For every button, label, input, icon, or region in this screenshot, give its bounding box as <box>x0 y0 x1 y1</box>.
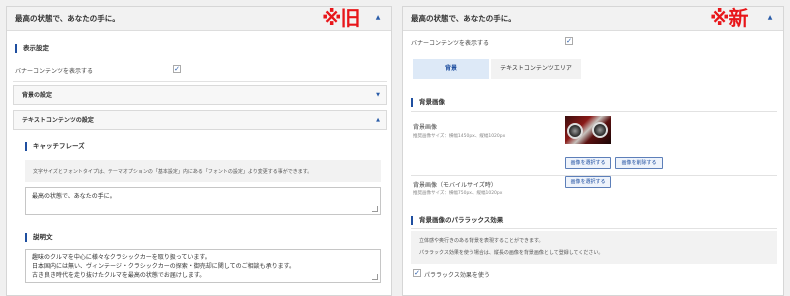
resize-grip-icon[interactable] <box>372 274 378 280</box>
tab-text-content-area[interactable]: テキストコンテンツエリア <box>491 59 581 79</box>
old-marker: ※旧 <box>322 6 360 30</box>
parallax-note-line: 立体感や奥行きのある背景を表現することができます。 <box>419 238 544 244</box>
car-wheel-icon <box>592 122 608 138</box>
description-heading: 説明文 <box>25 233 53 242</box>
new-marker: ※新 <box>710 6 748 30</box>
parallax-heading: 背景画像のパララックス効果 <box>411 216 503 225</box>
bg-image-label: 背景画像 <box>413 124 438 131</box>
bg-settings-label: 背景の設定 <box>22 92 53 99</box>
text-settings-accordion[interactable]: テキストコンテンツの設定 ▲ <box>13 110 387 130</box>
bg-image-size-note: 推奨画像サイズ：横幅1450px、縦幅1020px <box>413 134 506 139</box>
parallax-checkbox[interactable]: ✓ <box>413 269 421 277</box>
chevron-down-icon: ▼ <box>376 92 380 98</box>
catchphrase-note: 文字サイズとフォントタイプは、テーマオプションの「基本設定」内にある「フォントの… <box>25 160 381 182</box>
mobile-bg-image-label: 背景画像（モバイルサイズ時） <box>413 182 497 189</box>
tab-background[interactable]: 背景 <box>413 59 489 79</box>
divider <box>13 81 387 82</box>
description-line: 日本国内には無い、ヴィンテージ・クラシックカーの探索・御売却に関してのご相談も承… <box>32 263 295 270</box>
bg-image-heading: 背景画像 <box>411 98 445 107</box>
bg-image-thumbnail <box>565 116 611 144</box>
bg-settings-accordion[interactable]: 背景の設定 ▼ <box>13 85 387 105</box>
old-panel-title: 最高の状態で、あなたの手に。 <box>15 14 120 23</box>
description-line: 古き良き時代を走り抜けたクルマを最高の状態でお届けします。 <box>32 272 206 279</box>
parallax-note-line: パララックス効果を使う場合は、縦長の画像を背景画像として登録してください。 <box>419 250 604 256</box>
banner-label: バナーコンテンツを表示する <box>411 40 490 47</box>
old-settings-panel: 最高の状態で、あなたの手に。 ▲ 表示設定 バナーコンテンツを表示する ✓ 背景… <box>6 6 392 296</box>
parallax-checkbox-label: パララックス効果を使う <box>424 272 490 279</box>
new-panel-title: 最高の状態で、あなたの手に。 <box>411 14 516 23</box>
divider <box>411 111 777 112</box>
parallax-note: 立体感や奥行きのある背景を表現することができます。 パララックス効果を使う場合は… <box>411 231 777 264</box>
catchphrase-textarea[interactable]: 最高の状態で、あなたの手に。 <box>25 187 381 215</box>
chevron-up-icon: ▲ <box>376 117 380 123</box>
text-settings-label: テキストコンテンツの設定 <box>22 117 94 124</box>
catchphrase-value: 最高の状態で、あなたの手に。 <box>32 193 116 200</box>
banner-checkbox[interactable]: ✓ <box>173 65 181 73</box>
catchphrase-note-text: 文字サイズとフォントタイプは、テーマオプションの「基本設定」内にある「フォントの… <box>33 169 313 175</box>
mobile-bg-image-size-note: 推奨画像サイズ：横幅750px、縦幅1020px <box>413 191 503 196</box>
catchphrase-heading: キャッチフレーズ <box>25 142 85 151</box>
collapse-arrow-icon[interactable]: ▲ <box>761 9 779 27</box>
banner-label: バナーコンテンツを表示する <box>15 68 94 75</box>
description-textarea[interactable]: 趣味のクルマを中心に様々なクラシックカーを取り扱っています。 日本国内には無い、… <box>25 249 381 283</box>
select-image-button[interactable]: 画像を選択する <box>565 157 611 169</box>
delete-image-button[interactable]: 画像を削除する <box>615 157 663 169</box>
new-settings-panel: 最高の状態で、あなたの手に。 ▲ バナーコンテンツを表示する ✓ 背景 テキスト… <box>402 6 784 296</box>
banner-checkbox[interactable]: ✓ <box>565 37 573 45</box>
car-wheel-icon <box>567 123 583 139</box>
divider <box>411 228 777 229</box>
description-line: 趣味のクルマを中心に様々なクラシックカーを取り扱っています。 <box>32 254 211 261</box>
display-settings-heading: 表示設定 <box>15 44 49 53</box>
resize-grip-icon[interactable] <box>372 206 378 212</box>
select-mobile-image-button[interactable]: 画像を選択する <box>565 176 611 188</box>
collapse-arrow-icon[interactable]: ▲ <box>369 9 387 27</box>
